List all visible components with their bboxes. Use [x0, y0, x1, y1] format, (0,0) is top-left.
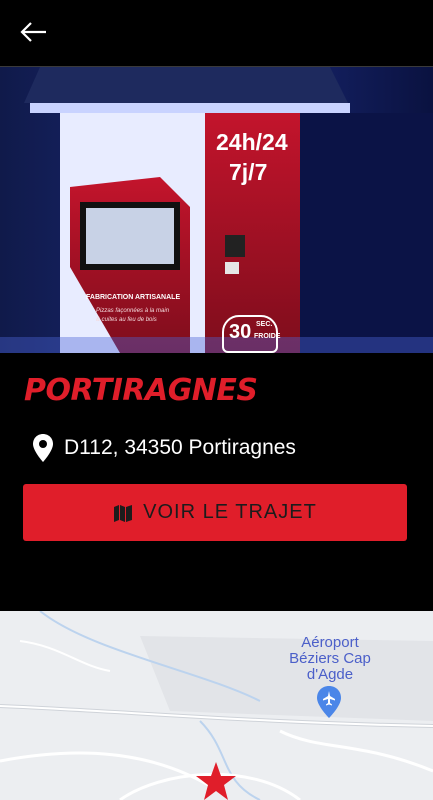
arrow-left-icon: [20, 22, 46, 42]
hero-photo: 24h/24 7j/7 FABRICATION ARTISANALE Pizza…: [0, 67, 433, 353]
airport-label-line-3: d'Agde: [306, 666, 354, 683]
location-title: PORTIRAGNES: [24, 373, 258, 408]
hero-timer-value: 30: [229, 321, 252, 343]
top-app-bar: [0, 0, 433, 67]
map-icon: [114, 504, 133, 522]
location-address-row: D112, 34350 Portiragnes: [32, 433, 296, 463]
directions-button[interactable]: VOIR LE TRAJET: [23, 484, 407, 541]
back-button[interactable]: [14, 14, 54, 54]
pizza-vending-machine-illustration: [0, 67, 433, 353]
hero-sign-days: 7j/7: [229, 159, 268, 185]
directions-button-label: VOIR LE TRAJET: [143, 501, 317, 523]
airport-label-line-2: Béziers Cap: [289, 650, 371, 667]
star-icon: [196, 762, 236, 800]
hero-machine-sublabel-2: & cuites au feu de bois: [96, 317, 157, 323]
hero-timer-sub: FROIDE: [254, 333, 281, 340]
hero-machine-label: FABRICATION ARTISANALE: [86, 294, 181, 301]
airplane-icon: [317, 686, 341, 718]
hero-machine-sublabel-1: Pizzas façonnées à la main: [96, 308, 170, 314]
map-pin-icon: [33, 434, 53, 462]
hero-sign-hours: 24h/24: [216, 129, 288, 155]
map-preview[interactable]: Aéroport Béziers Cap d'Agde: [0, 611, 433, 800]
location-address: D112, 34350 Portiragnes: [64, 436, 296, 459]
location-details: PORTIRAGNES D112, 34350 Portiragnes VOIR…: [0, 353, 433, 611]
airport-label-line-1: Aéroport: [301, 634, 359, 651]
hero-timer-badge: 30 SEC. FROIDE: [222, 315, 281, 353]
hero-timer-unit: SEC.: [256, 321, 273, 328]
airport-label: Aéroport Béziers Cap d'Agde: [280, 635, 380, 683]
